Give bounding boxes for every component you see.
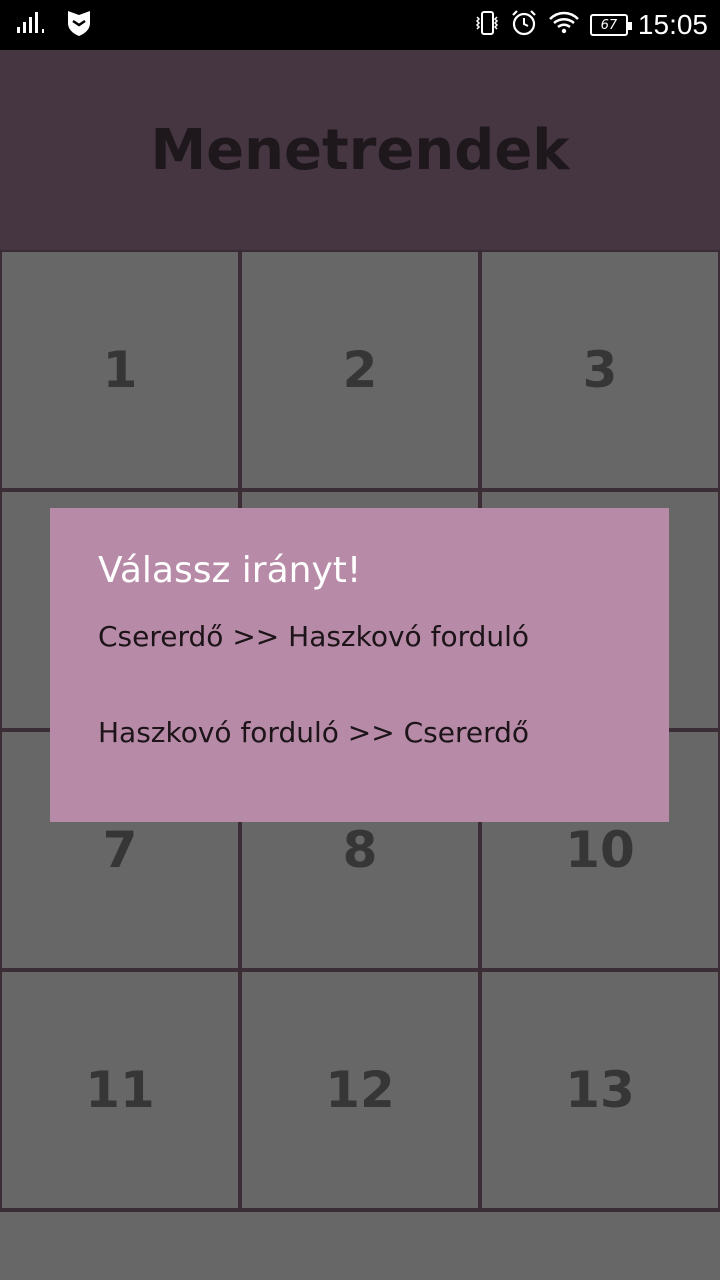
route-tile-13[interactable]: 13	[482, 972, 718, 1208]
direction-option-2[interactable]: Haszkovó forduló >> Csererdő	[98, 716, 529, 749]
status-bar: 67 15:05	[0, 0, 720, 50]
clock-time: 15:05	[637, 9, 708, 40]
battery-icon: 67	[589, 14, 632, 36]
route-tile-12[interactable]: 12	[242, 972, 478, 1208]
direction-dialog: Válassz irányt! Csererdő >> Haszkovó for…	[50, 508, 669, 822]
signal-icon	[16, 11, 48, 39]
alarm-icon	[510, 9, 538, 41]
wifi-icon	[548, 10, 580, 40]
route-tile-3[interactable]: 3	[482, 252, 718, 488]
dialog-title: Válassz irányt!	[98, 550, 362, 591]
direction-option-1[interactable]: Csererdő >> Haszkovó forduló	[98, 620, 529, 653]
route-tile-1[interactable]: 1	[2, 252, 238, 488]
route-tile-2[interactable]: 2	[242, 252, 478, 488]
route-tile-11[interactable]: 11	[2, 972, 238, 1208]
battery-level: 67	[600, 17, 618, 33]
app-header: Menetrendek	[0, 50, 720, 250]
status-left	[16, 10, 92, 40]
vibrate-icon	[474, 9, 500, 41]
shield-icon	[66, 9, 92, 41]
status-right: 67 15:05	[474, 8, 708, 42]
page-title: Menetrendek	[150, 117, 570, 183]
